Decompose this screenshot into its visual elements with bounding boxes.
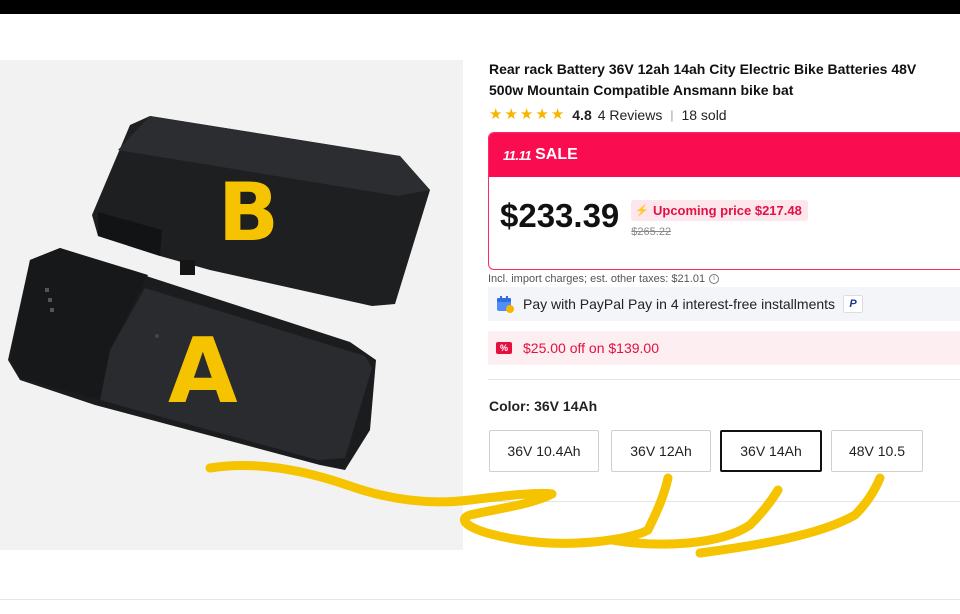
paypal-text: Pay with PayPal Pay in 4 interest-free i… <box>523 296 836 312</box>
product-page: Rear rack Battery 36V 12ah 14ah City Ele… <box>0 14 960 614</box>
footer-divider <box>0 599 960 600</box>
coupon-text: $25.00 off on $139.00 <box>523 340 659 356</box>
price-side: ⚡ Upcoming price $217.48 $265.22 <box>631 200 808 238</box>
color-label: Color: 36V 14Ah <box>489 398 598 414</box>
sale-badge: 11.11 <box>503 147 532 163</box>
top-black-bar <box>0 0 960 14</box>
paypal-installments[interactable]: Pay with PayPal Pay in 4 interest-free i… <box>488 287 960 321</box>
paypal-icon: P <box>843 295 864 313</box>
color-option-48v-10-5[interactable]: 48V 10.5 <box>831 430 923 472</box>
star-icon: ★ <box>489 106 503 123</box>
color-option-36v-14ah[interactable]: 36V 14Ah <box>720 430 822 472</box>
original-price: $265.22 <box>631 226 672 238</box>
sale-label: SALE <box>535 146 578 163</box>
calendar-icon <box>496 295 514 313</box>
title-line-2: 500w Mountain Compatible Ansmann bike ba… <box>489 82 794 98</box>
star-icon: ★ <box>504 106 518 123</box>
product-image[interactable] <box>0 60 463 550</box>
current-price: $233.39 <box>500 197 620 234</box>
coupon-icon: % <box>496 342 512 354</box>
coupon-row[interactable]: % $25.00 off on $139.00 <box>488 331 960 365</box>
battery-photo <box>8 116 430 470</box>
reviews-link[interactable]: 4 Reviews <box>598 107 663 123</box>
tax-note: Incl. import charges; est. other taxes: … <box>488 273 720 285</box>
color-option-36v-10-4ah[interactable]: 36V 10.4Ah <box>489 430 599 472</box>
divider <box>488 501 960 502</box>
star-icon: ★ <box>550 106 565 123</box>
sale-header: 11.11 SALE <box>489 133 960 177</box>
color-option-36v-12ah[interactable]: 36V 12Ah <box>611 430 711 472</box>
upcoming-price-text: Upcoming price $217.48 <box>653 203 802 218</box>
separator: | <box>670 108 674 122</box>
star-icon: ★ <box>519 106 534 123</box>
info-icon[interactable]: i <box>709 274 720 284</box>
rating-value: 4.8 <box>572 107 592 123</box>
tax-note-text: Incl. import charges; est. other taxes: … <box>488 273 706 285</box>
upcoming-price-badge: ⚡ Upcoming price $217.48 <box>631 200 808 221</box>
title-line-1: Rear rack Battery 36V 12ah 14ah City Ele… <box>489 61 917 77</box>
divider <box>488 379 960 380</box>
price-area: $233.39 ⚡ Upcoming price $217.48 $265.22 <box>500 196 808 238</box>
product-title: Rear rack Battery 36V 12ah 14ah City Ele… <box>489 59 960 101</box>
bolt-icon: ⚡ <box>635 205 649 217</box>
star-rating: ★ ★ ★ ★ ★ <box>489 107 564 123</box>
star-icon: ★ <box>535 106 549 123</box>
rating-row: ★ ★ ★ ★ ★ 4.8 4 Reviews | 18 sold <box>489 107 727 124</box>
sold-count: 18 sold <box>681 107 727 123</box>
